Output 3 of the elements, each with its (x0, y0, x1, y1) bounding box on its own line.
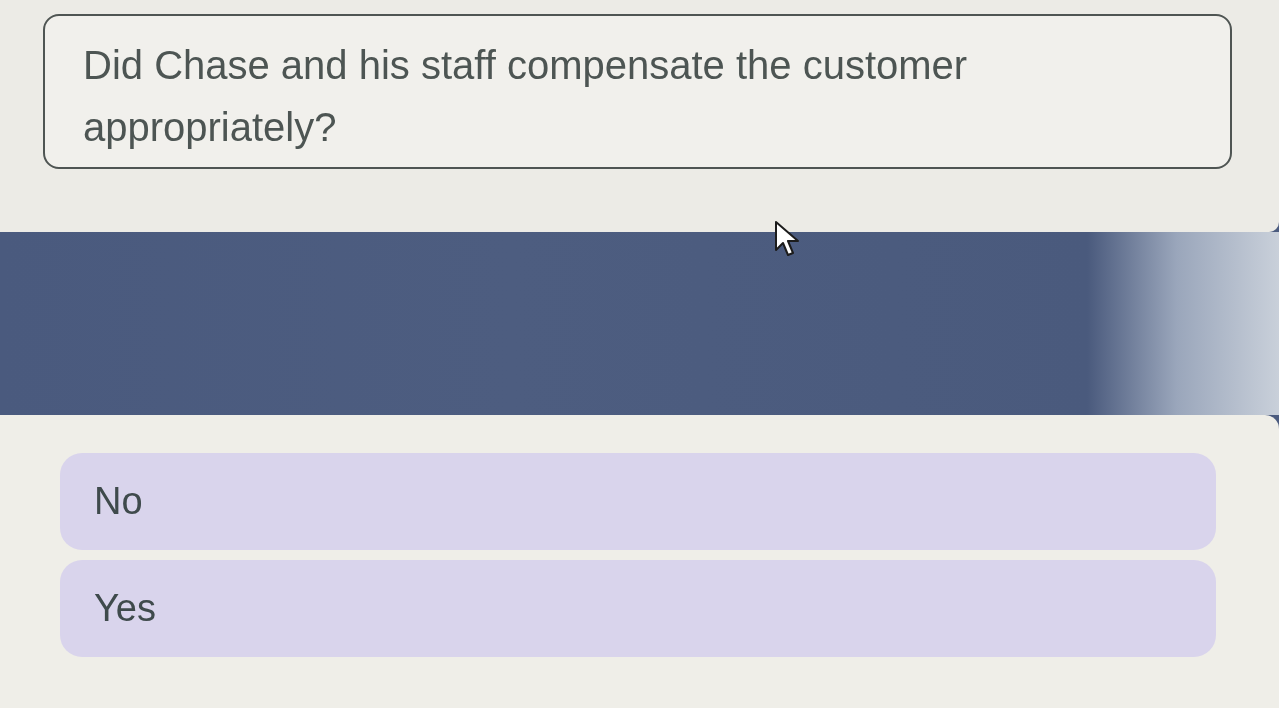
answer-option[interactable]: Yes (60, 560, 1216, 657)
question-text: Did Chase and his staff compensate the customer appropriately? (43, 14, 1232, 169)
answer-option[interactable]: No (60, 453, 1216, 550)
